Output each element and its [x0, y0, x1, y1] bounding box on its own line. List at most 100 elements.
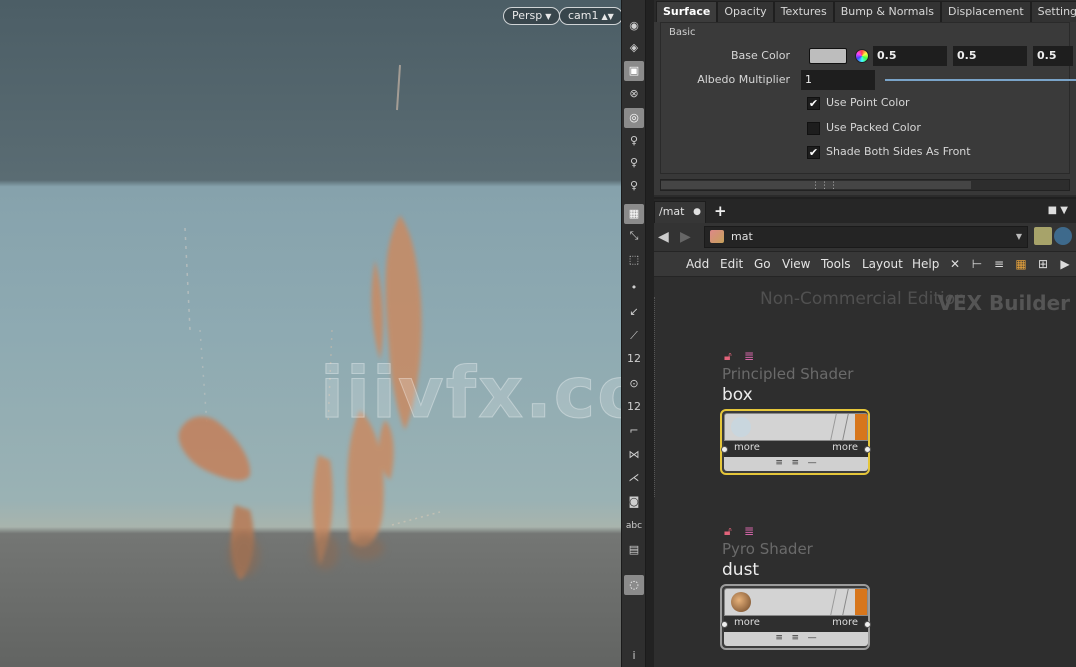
brush-icon[interactable]: ⟋ — [624, 326, 644, 346]
tab-menu-icon[interactable]: ● — [693, 202, 701, 222]
tab-surface[interactable]: Surface — [656, 1, 718, 22]
snap-icon[interactable]: ◌ — [624, 575, 644, 595]
output-port[interactable] — [864, 446, 871, 453]
horizontal-scrollbar[interactable]: ⋮⋮⋮ — [660, 179, 1070, 191]
output-port[interactable] — [864, 621, 871, 628]
chevron-down-icon: ▼ — [545, 12, 552, 21]
list-icon[interactable]: ≡ — [992, 257, 1006, 271]
abc-icon[interactable]: abc — [624, 516, 644, 536]
tab-settings[interactable]: Settings — [1030, 1, 1076, 22]
tab-opacity[interactable]: Opacity — [717, 1, 774, 22]
lock-icon[interactable]: 🔓︎ — [724, 349, 732, 364]
pin-icon[interactable] — [1034, 227, 1052, 245]
flag-bar[interactable] — [855, 589, 867, 615]
transform-icon[interactable]: ⤡ — [624, 226, 644, 246]
camera-snap-icon[interactable]: ◎ — [624, 108, 644, 128]
material-icon — [710, 230, 724, 243]
no-icon[interactable]: ⊗ — [624, 84, 644, 104]
input-port[interactable] — [721, 446, 728, 453]
lock-icon[interactable]: 🔓︎ — [724, 524, 732, 539]
input-more-label[interactable]: more — [734, 617, 760, 628]
menu-edit[interactable]: Edit — [720, 257, 743, 271]
pose-icon[interactable]: ⋌ — [624, 468, 644, 488]
display-icon[interactable]: ◙ — [624, 492, 644, 512]
albedo-field[interactable]: 1 — [801, 70, 875, 90]
node-name-label: dust — [722, 560, 760, 580]
shader-ball-icon — [731, 417, 751, 437]
base-color-r-field[interactable]: 0.5 — [873, 46, 947, 66]
tab-textures[interactable]: Textures — [773, 1, 834, 22]
tree-icon[interactable]: ⊢ — [970, 257, 984, 271]
base-color-b-field[interactable]: 0.5 — [1033, 46, 1073, 66]
scene-viewport[interactable]: Persp▼ cam1▲▼ iiivfx.com — [0, 0, 621, 667]
light-icon[interactable]: ♀ — [624, 131, 644, 151]
tab-mat[interactable]: /mat ● — [654, 201, 706, 223]
albedo-slider[interactable] — [885, 79, 1076, 81]
divider — [830, 414, 837, 440]
network-path-field[interactable]: mat ▼ — [704, 226, 1028, 248]
count-icon[interactable]: 12 — [624, 349, 644, 369]
count-icon-2[interactable]: 12 — [624, 397, 644, 417]
database-icon[interactable]: ≣ — [744, 524, 754, 538]
expand-icon[interactable]: ▶ — [1058, 257, 1072, 271]
node-tile[interactable]: more more ≡ ≡ — — [720, 409, 871, 475]
pane-options-icon[interactable]: ■ ▼ — [1048, 205, 1068, 216]
lock-icon[interactable]: ▣ — [624, 61, 644, 81]
menu-go[interactable]: Go — [754, 257, 771, 271]
menu-add[interactable]: Add — [686, 257, 709, 271]
add-tab-icon[interactable]: + — [714, 201, 727, 221]
handle-icon[interactable]: ⬚ — [624, 250, 644, 270]
forward-arrow-icon[interactable]: ▶ — [680, 229, 691, 245]
info-icon[interactable]: i — [624, 646, 644, 666]
pane-divider[interactable] — [646, 0, 654, 667]
light-icon-3[interactable]: ♀ — [624, 176, 644, 196]
grid-icon[interactable]: ⋈ — [624, 445, 644, 465]
wrench-icon[interactable]: ✕ — [948, 257, 962, 271]
corner-icon[interactable]: ⌐ — [624, 421, 644, 441]
zoom-icon[interactable]: ⊙ — [624, 374, 644, 394]
base-color-swatch[interactable] — [809, 48, 847, 64]
select-icon[interactable]: ▦ — [624, 204, 644, 224]
camera-menu-button[interactable]: cam1 ▲▼ — [559, 7, 621, 25]
menu-view[interactable]: View — [782, 257, 810, 271]
parameter-tabs: Surface Opacity Textures Bump & Normals … — [654, 0, 1076, 22]
eye-icon[interactable]: ◉ — [624, 16, 644, 36]
node-header — [724, 413, 868, 441]
color-wheel-icon[interactable] — [855, 49, 869, 63]
node-type-label: Pyro Shader — [722, 540, 813, 558]
use-packed-color-checkbox[interactable] — [807, 122, 820, 135]
chevron-down-icon[interactable]: ▼ — [1016, 227, 1022, 247]
shade-both-sides-label: Shade Both Sides As Front — [826, 145, 971, 158]
edge-icon[interactable]: ↙ — [624, 302, 644, 322]
grid-view-icon[interactable]: ⊞ — [1036, 257, 1050, 271]
node-tile[interactable]: more more ≡ ≡ — — [720, 584, 871, 650]
network-canvas[interactable]: Non-Commercial Edition VEX Builder 🔓︎ ≣ … — [654, 277, 1076, 667]
output-more-label[interactable]: more — [832, 442, 858, 453]
shade-both-sides-checkbox[interactable]: ✔ — [807, 146, 820, 159]
output-more-label[interactable]: more — [832, 617, 858, 628]
menu-help[interactable]: Help — [912, 257, 939, 271]
use-point-color-checkbox[interactable]: ✔ — [807, 97, 820, 110]
link-icon[interactable] — [1054, 227, 1072, 245]
input-more-label[interactable]: more — [734, 442, 760, 453]
parameter-pane: Surface Opacity Textures Bump & Normals … — [654, 0, 1076, 195]
database-icon[interactable]: ≣ — [744, 349, 754, 363]
node-flags: 🔓︎ ≣ — [724, 349, 764, 363]
geometry-icon[interactable]: ◈ — [624, 38, 644, 58]
stack-icon[interactable]: ▤ — [624, 540, 644, 560]
tab-displacement[interactable]: Displacement — [941, 1, 1031, 22]
palette-icon[interactable]: ▦ — [1014, 257, 1028, 271]
tab-bump-normals[interactable]: Bump & Normals — [833, 1, 942, 22]
menu-layout[interactable]: Layout — [862, 257, 903, 271]
point-icon[interactable]: • — [624, 278, 644, 298]
menu-tools[interactable]: Tools — [821, 257, 851, 271]
scrollbar-thumb[interactable]: ⋮⋮⋮ — [661, 181, 971, 191]
input-port[interactable] — [721, 621, 728, 628]
light-icon-2[interactable]: ♀ — [624, 153, 644, 173]
base-color-g-field[interactable]: 0.5 — [953, 46, 1027, 66]
flag-bar[interactable] — [855, 414, 867, 440]
back-arrow-icon[interactable]: ◀ — [658, 229, 669, 245]
perspective-menu-button[interactable]: Persp ▼ — [503, 7, 561, 25]
divider — [842, 589, 849, 615]
use-point-color-label: Use Point Color — [826, 96, 910, 109]
